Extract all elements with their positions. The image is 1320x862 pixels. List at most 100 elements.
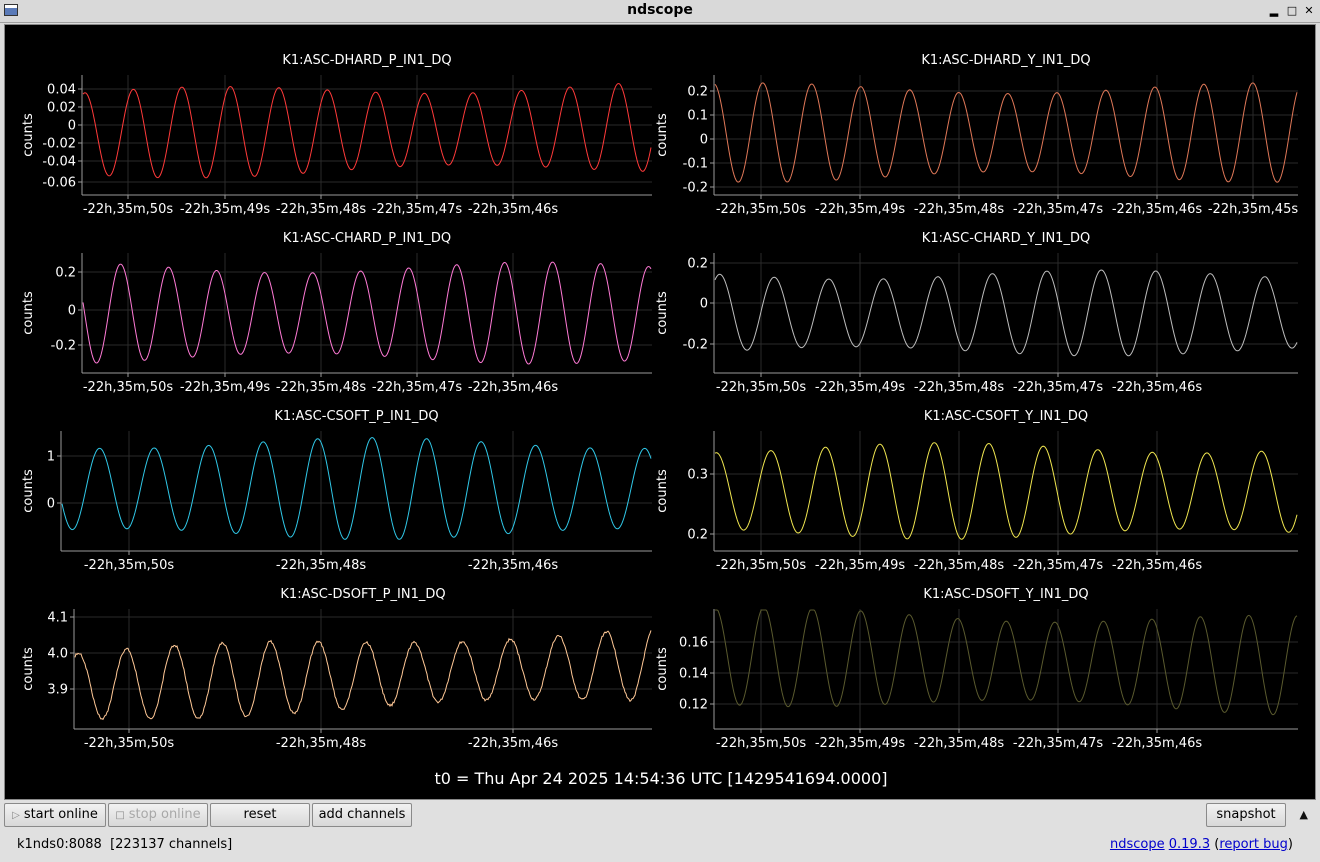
x-tick-label: -22h,35m,47s: [1013, 558, 1103, 573]
plot-grid[interactable]: K1:ASC-DHARD_P_IN1_DQ 0.04 0.02 0 -0.02 -0.04…: [5, 25, 1317, 765]
x-tick-label: -22h,35m,46s: [468, 380, 558, 395]
x-tick-label: -22h,35m,46s: [468, 736, 558, 751]
x-tick-label: -22h,35m,45s: [1208, 202, 1298, 217]
plot-panel[interactable]: K1:ASC-DSOFT_Y_IN1_DQ 0.16 0.14 0.12 -22h,35…: [655, 587, 1298, 751]
stop-online-button[interactable]: □ stop online: [108, 803, 208, 827]
ndscope-link[interactable]: ndscope: [1110, 837, 1165, 852]
x-tick-label: -22h,35m,46s: [1112, 558, 1202, 573]
maximize-icon[interactable]: □: [1284, 3, 1300, 19]
x-tick-label: -22h,35m,47s: [1013, 202, 1103, 217]
y-tick-label: 4.0: [47, 647, 68, 662]
plot-title: K1:ASC-CSOFT_Y_IN1_DQ: [924, 409, 1088, 424]
x-tick-label: -22h,35m,48s: [914, 202, 1004, 217]
x-tick-label: -22h,35m,49s: [180, 202, 270, 217]
window-titlebar: ndscope ▂ □ ✕: [0, 0, 1320, 23]
y-axis-label: counts: [655, 113, 670, 157]
signal-trace: [714, 442, 1298, 540]
start-online-button[interactable]: ▷ start online: [4, 803, 106, 827]
y-tick-label: -0.02: [42, 137, 76, 152]
start-online-label: start online: [23, 807, 98, 822]
minimize-icon[interactable]: ▂: [1266, 3, 1282, 19]
version-link[interactable]: 0.19.3: [1169, 837, 1210, 852]
signal-trace: [715, 609, 1298, 716]
plot-panel[interactable]: K1:ASC-CSOFT_Y_IN1_DQ0.30.2-22h,35m,50s -…: [655, 409, 1298, 573]
signal-trace: [61, 436, 652, 540]
x-tick-label: -22h,35m,48s: [914, 558, 1004, 573]
about-text: ndscope 0.19.3 (report bug): [1109, 837, 1293, 852]
y-tick-label: 0: [47, 497, 55, 512]
x-tick-label: -22h,35m,49s: [180, 380, 270, 395]
plot-title: K1:ASC-CHARD_P_IN1_DQ: [283, 231, 451, 246]
y-tick-label: 0: [700, 297, 708, 312]
collapse-toolbar-icon[interactable]: ▲: [1300, 808, 1308, 821]
y-tick-label: -0.2: [683, 181, 708, 196]
snapshot-button[interactable]: snapshot: [1206, 803, 1286, 827]
y-tick-label: 0.3: [687, 468, 708, 483]
signal-trace: [82, 261, 652, 365]
y-axis-label: counts: [21, 291, 36, 335]
x-tick-label: -22h,35m,48s: [276, 202, 366, 217]
y-tick-label: -0.2: [51, 339, 76, 354]
y-tick-label: 0.02: [47, 101, 76, 116]
y-axis-label: counts: [21, 647, 36, 691]
y-tick-label: 0.2: [687, 257, 708, 272]
y-tick-label: -0.1: [683, 157, 708, 172]
plot-panel[interactable]: K1:ASC-DHARD_P_IN1_DQ 0.04 0.02 0 -0.02 -0.04…: [21, 53, 652, 217]
plot-area[interactable]: K1:ASC-DHARD_P_IN1_DQ 0.04 0.02 0 -0.02 -0.04…: [4, 24, 1316, 800]
signal-trace: [714, 269, 1298, 357]
add-channels-button[interactable]: add channels: [312, 803, 412, 827]
y-tick-label: 1: [47, 450, 55, 465]
y-tick-label: 0.2: [55, 266, 76, 281]
plot-panel[interactable]: K1:ASC-CHARD_Y_IN1_DQ 0.2 0 -0.2 -22h,35m,50…: [655, 231, 1298, 395]
plot-title: K1:ASC-CSOFT_P_IN1_DQ: [274, 409, 438, 424]
y-tick-label: 4.1: [47, 611, 68, 626]
y-tick-label: 0.2: [687, 528, 708, 543]
x-tick-label: -22h,35m,46s: [468, 202, 558, 217]
server-address: k1nds0:8088: [17, 837, 102, 852]
plot-panel[interactable]: K1:ASC-DSOFT_P_IN1_DQ 4.1 4.0 3.9 -22h,35m,5…: [21, 587, 652, 751]
x-tick-label: -22h,35m,50s: [83, 380, 173, 395]
y-tick-label: 0: [700, 133, 708, 148]
x-tick-label: -22h,35m,50s: [84, 558, 174, 573]
plot-title: K1:ASC-DHARD_P_IN1_DQ: [282, 53, 451, 68]
x-tick-label: -22h,35m,50s: [716, 380, 806, 395]
y-tick-label: 0.2: [687, 85, 708, 100]
plot-title: K1:ASC-CHARD_Y_IN1_DQ: [922, 231, 1090, 246]
reset-button[interactable]: reset: [210, 803, 310, 827]
y-tick-label: 3.9: [47, 683, 68, 698]
bottom-toolbar: ▷ start online □ stop online reset add cha…: [0, 800, 1320, 862]
x-tick-label: -22h,35m,49s: [815, 202, 905, 217]
y-tick-label: 0.04: [47, 83, 76, 98]
x-tick-label: -22h,35m,48s: [276, 558, 366, 573]
plot-panel[interactable]: K1:ASC-CHARD_P_IN1_DQ 0.2 0 -0.2 -22h,35m,50…: [21, 231, 652, 395]
x-tick-label: -22h,35m,49s: [815, 380, 905, 395]
x-tick-label: -22h,35m,49s: [815, 558, 905, 573]
signal-trace: [82, 83, 652, 179]
y-axis-label: counts: [21, 469, 36, 513]
plot-panel[interactable]: K1:ASC-CSOFT_P_IN1_DQ 1 0 -22h,35m,50s -22h,…: [21, 409, 652, 573]
y-tick-label: -0.2: [683, 338, 708, 353]
report-bug-link[interactable]: report bug: [1219, 837, 1288, 852]
stop-online-label: stop online: [128, 807, 201, 822]
x-tick-label: -22h,35m,46s: [1112, 736, 1202, 751]
x-tick-label: -22h,35m,49s: [815, 736, 905, 751]
x-tick-label: -22h,35m,48s: [276, 380, 366, 395]
x-tick-label: -22h,35m,50s: [716, 202, 806, 217]
x-tick-label: -22h,35m,48s: [914, 736, 1004, 751]
t0-label: t0 = Thu Apr 24 2025 14:54:36 UTC [14295…: [434, 769, 888, 788]
x-tick-label: -22h,35m,50s: [84, 736, 174, 751]
x-tick-label: -22h,35m,46s: [468, 558, 558, 573]
plot-title: K1:ASC-DSOFT_P_IN1_DQ: [280, 587, 445, 602]
signal-trace: [714, 82, 1298, 183]
x-tick-label: -22h,35m,50s: [716, 736, 806, 751]
status-text: k1nds0:8088 [223137 channels]: [17, 837, 232, 852]
x-tick-label: -22h,35m,46s: [1112, 380, 1202, 395]
close-icon[interactable]: ✕: [1301, 3, 1317, 19]
stop-icon: □: [115, 810, 125, 821]
y-tick-label: 0.12: [679, 698, 708, 713]
x-tick-label: -22h,35m,47s: [1013, 736, 1103, 751]
x-tick-label: -22h,35m,46s: [1112, 202, 1202, 217]
x-tick-label: -22h,35m,47s: [1013, 380, 1103, 395]
channel-count: [223137 channels]: [110, 837, 233, 852]
plot-panel[interactable]: K1:ASC-DHARD_Y_IN1_DQ 0.2 0.1 0 -0.1 -0.2 -22h…: [655, 53, 1298, 217]
